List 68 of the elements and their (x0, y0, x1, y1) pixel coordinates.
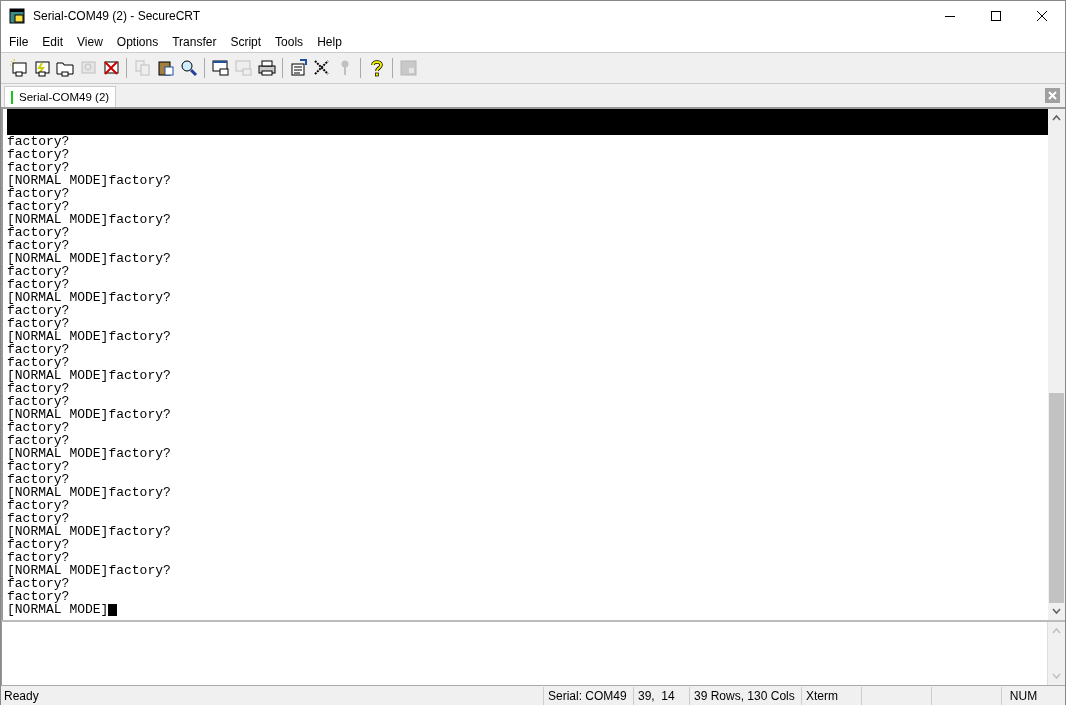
terminal-line: [NORMAL MODE]factory? (7, 486, 171, 499)
status-text: Ready (3, 689, 40, 703)
terminal-line: [NORMAL MODE]factory? (7, 213, 171, 226)
status-field: 39, 14 (633, 687, 689, 705)
lightning-monitor-icon[interactable] (32, 59, 51, 77)
terminal-line: factory? (7, 226, 70, 239)
terminal-line: factory? (7, 551, 70, 564)
terminal-line: [NORMAL MODE]factory? (7, 252, 171, 265)
menu-item[interactable]: Options (109, 34, 166, 49)
terminal-line: factory? (7, 265, 70, 278)
status-field: Serial: COM49 (543, 687, 633, 705)
session-tab[interactable]: Serial-COM49 (2) (4, 86, 117, 107)
close-tab-icon[interactable] (1045, 88, 1060, 103)
terminal-line: factory? (7, 512, 70, 525)
terminal-line: factory? (7, 239, 70, 252)
menu-item[interactable]: Help (310, 34, 349, 49)
magnifier-icon[interactable] (179, 59, 198, 77)
terminal-line: factory? (7, 148, 70, 161)
status-field: Xterm (801, 687, 861, 705)
terminal-line: factory? (7, 278, 70, 291)
terminal-line: [NORMAL MODE]factory? (7, 330, 171, 343)
terminal-line: factory? (7, 200, 70, 213)
terminal-line: [NORMAL MODE]factory? (7, 291, 171, 304)
status-field: 39 Rows, 130 Cols (689, 687, 801, 705)
menu-item[interactable]: File (2, 34, 36, 49)
app-icon (9, 8, 25, 24)
terminal-line: [NORMAL MODE]factory? (7, 564, 171, 577)
scrollbar[interactable] (1048, 109, 1065, 620)
printer-icon[interactable] (257, 59, 276, 77)
terminal-line: [NORMAL MODE]factory? (7, 408, 171, 421)
menu-item[interactable]: Transfer (165, 34, 224, 49)
terminal-line: factory? (7, 382, 70, 395)
terminal-line: [NORMAL MODE]factory? (7, 447, 171, 460)
status-field: NUM (1001, 687, 1045, 705)
menu-item[interactable]: Tools (268, 34, 311, 49)
screen-print-icon[interactable] (211, 59, 230, 77)
terminal-line: factory? (7, 577, 70, 590)
terminal-line: factory? (7, 499, 70, 512)
terminal-line: factory? (7, 395, 70, 408)
crossed-monitor-icon[interactable] (101, 59, 120, 77)
close-icon[interactable] (1037, 11, 1047, 21)
terminal-line: factory? (7, 304, 70, 317)
terminal-line: factory? (7, 538, 70, 551)
terminal-line: factory? (7, 356, 70, 369)
terminal-line: [NORMAL MODE]factory? (7, 174, 171, 187)
terminal-line: [NORMAL MODE]factory? (7, 525, 171, 538)
clipboard-icon[interactable] (156, 59, 175, 77)
scroll-thumb[interactable] (1049, 393, 1064, 603)
terminal-line: factory? (7, 343, 70, 356)
terminal-line: [NORMAL MODE]factory? (7, 369, 171, 382)
new-session-icon[interactable] (9, 59, 28, 77)
window-title: Serial-COM49 (2) - SecureCRT (33, 9, 201, 23)
terminal-line: factory? (7, 161, 70, 174)
maximize-icon[interactable] (991, 11, 1001, 21)
folder-icon[interactable] (55, 59, 74, 77)
terminal-line: factory? (7, 135, 70, 148)
terminal-line: factory? (7, 421, 70, 434)
terminal-line: [NORMAL MODE] (7, 603, 109, 616)
terminal-line: factory? (7, 590, 70, 603)
terminal-line: factory? (7, 187, 70, 200)
menu-item[interactable]: View (70, 34, 110, 49)
terminal-line: factory? (7, 317, 70, 330)
settings-icon[interactable] (289, 59, 308, 77)
terminal-line: factory? (7, 460, 70, 473)
terminal-line: factory? (7, 473, 70, 486)
menu-item[interactable]: Script (223, 34, 269, 49)
terminal-line: factory? (7, 434, 70, 447)
menu-item[interactable]: Edit (35, 34, 71, 49)
